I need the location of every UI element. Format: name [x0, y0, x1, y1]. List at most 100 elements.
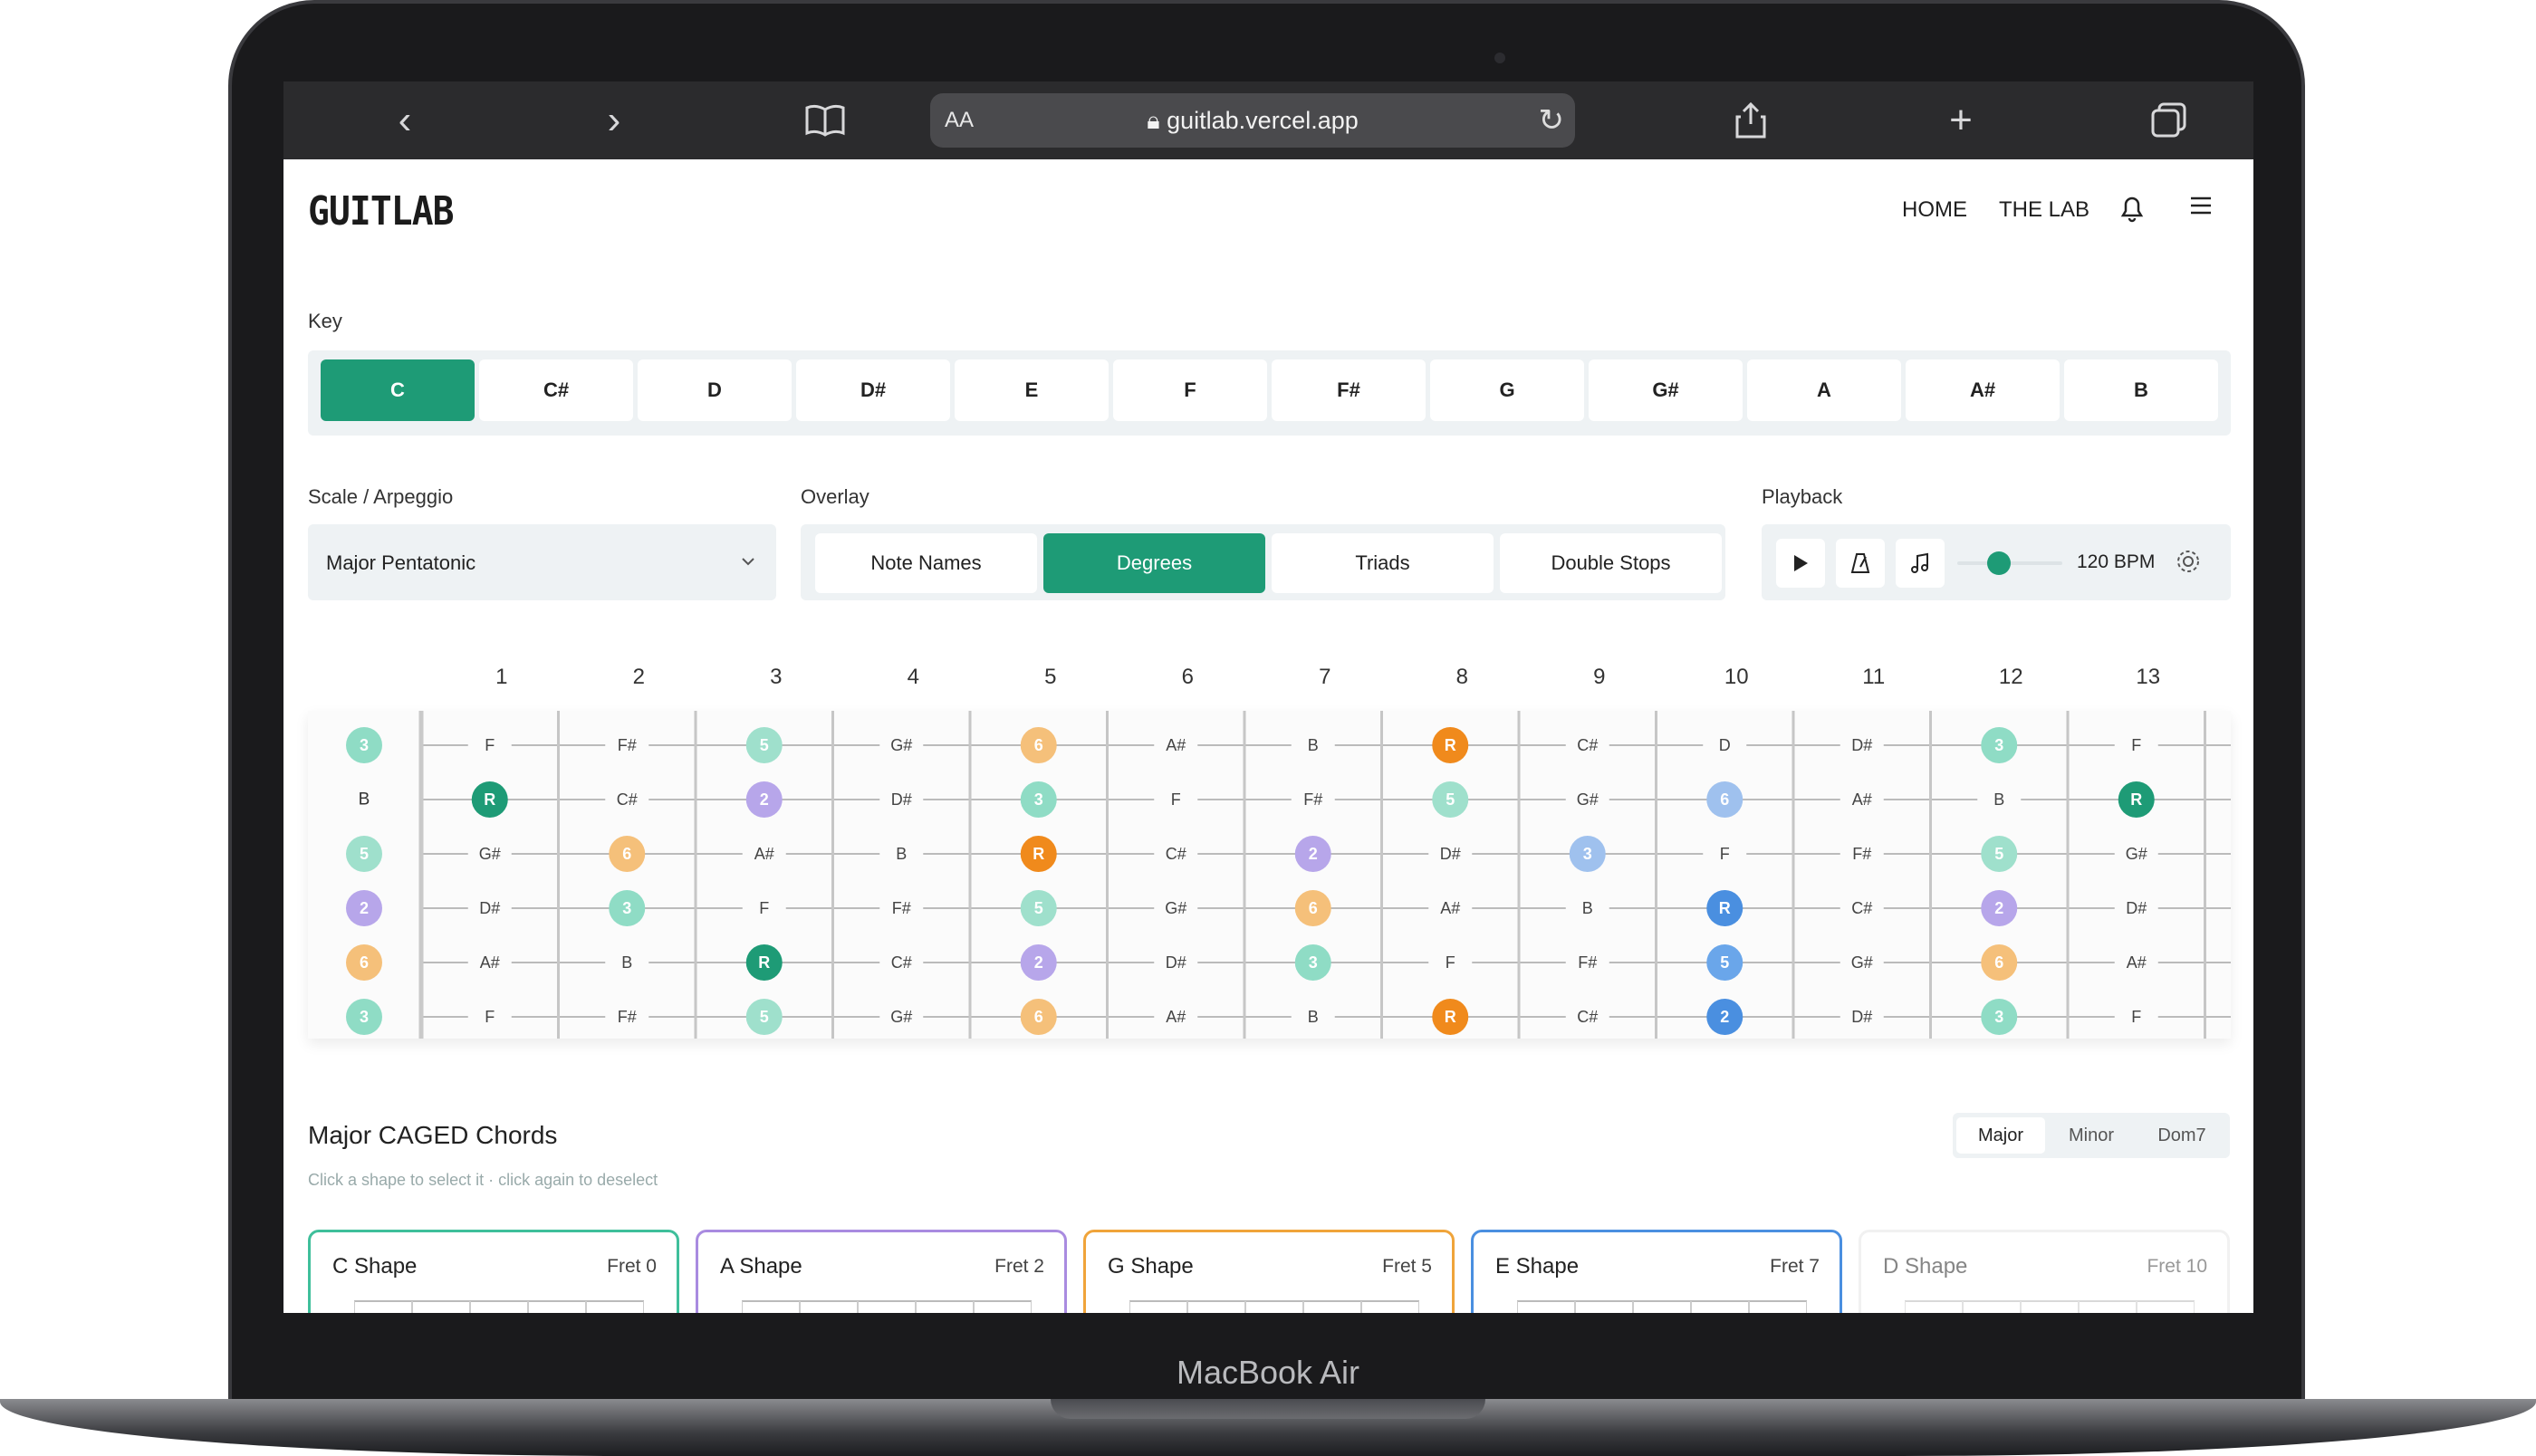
caged-card-d[interactable]: D Shape Fret 10 [1859, 1230, 2230, 1313]
tabs-icon[interactable] [2133, 81, 2205, 159]
overlay-selector: Note Names Degrees Triads Double Stops [801, 524, 1725, 600]
tempo-value: 120 BPM [2077, 551, 2156, 572]
note-name: A# [1166, 1008, 1186, 1026]
fretboard: 3 B 5 2 6 3 F F# 5 G# 6 A# B R C# D D# 3 F R C# 2 D# 3 F F# 5 G# 6 A#… [308, 711, 2231, 1039]
open-degree-label: 3 [360, 1008, 369, 1026]
card-shape-name: E Shape [1495, 1254, 1580, 1279]
menu-icon[interactable] [2189, 194, 2213, 224]
note-name: F# [618, 736, 637, 754]
degree-label: 3 [1309, 953, 1318, 972]
key-option-g-sharp[interactable]: G# [1589, 359, 1743, 421]
note-name: G# [1577, 790, 1599, 809]
new-tab-icon[interactable]: + [1925, 81, 1997, 159]
note-name: A# [1166, 736, 1186, 754]
tempo-slider-handle[interactable] [1987, 551, 2012, 575]
chord-type-minor[interactable]: Minor [2047, 1117, 2136, 1154]
nav-the-lab[interactable]: THE LAB [1999, 197, 2089, 223]
degree-label: R [1033, 845, 1044, 863]
card-shape-name: C Shape [332, 1254, 418, 1279]
degree-label: 2 [760, 790, 769, 809]
note-name: A# [1852, 790, 1872, 809]
forward-icon[interactable]: › [578, 81, 650, 159]
note-name: F [1446, 953, 1455, 972]
chord-diagram [1516, 1296, 1808, 1313]
degree-label: 2 [1720, 1008, 1729, 1026]
caged-card-e[interactable]: E Shape Fret 7 [1471, 1230, 1842, 1313]
card-fret-label: Fret 5 [1382, 1256, 1432, 1277]
key-option-d-sharp[interactable]: D# [796, 359, 950, 421]
note-name: B [896, 845, 907, 863]
nav-home[interactable]: HOME [1902, 197, 1967, 223]
scale-select[interactable]: Major Pentatonic [308, 524, 776, 600]
note-name: G# [890, 1008, 912, 1026]
browser-toolbar: ‹ › AA 🔒︎ guitlab.vercel.app ↻ + [283, 81, 2253, 159]
note-name: D# [479, 899, 500, 917]
fret-number: 12 [1998, 665, 2023, 689]
laptop-notch [1051, 1399, 1485, 1419]
caged-card-g[interactable]: G Shape Fret 5 [1083, 1230, 1455, 1313]
back-icon[interactable]: ‹ [369, 81, 441, 159]
note-name: B [1582, 899, 1593, 917]
fret-number: 8 [1455, 665, 1468, 689]
reload-icon[interactable]: ↻ [1539, 93, 1565, 148]
chevron-down-icon [740, 550, 756, 573]
fret-number: 13 [2136, 665, 2161, 689]
note-name: D# [1851, 736, 1872, 754]
card-fret-label: Fret 7 [1770, 1256, 1820, 1277]
degree-label: 6 [1309, 899, 1318, 917]
degree-label: 3 [1583, 845, 1592, 863]
url-text: 🔒︎ guitlab.vercel.app [930, 93, 1575, 148]
open-note-label: B [359, 790, 370, 809]
caged-card-c[interactable]: C Shape Fret 0 [308, 1230, 679, 1313]
note-name: G# [479, 845, 501, 863]
metronome-button[interactable] [1836, 539, 1885, 588]
key-option-g[interactable]: G [1430, 359, 1584, 421]
degree-label: 3 [1994, 736, 2003, 754]
settings-icon[interactable] [2175, 548, 2202, 580]
overlay-option-note-names[interactable]: Note Names [815, 533, 1037, 593]
note-name: F [759, 899, 769, 917]
address-bar[interactable]: AA 🔒︎ guitlab.vercel.app ↻ [930, 93, 1575, 148]
note-name: D [1719, 736, 1731, 754]
degree-label: 6 [622, 845, 631, 863]
key-option-f-sharp[interactable]: F# [1272, 359, 1426, 421]
key-option-a[interactable]: A [1747, 359, 1901, 421]
key-option-e[interactable]: E [955, 359, 1109, 421]
degree-label: 5 [1720, 953, 1729, 972]
note-name: F [485, 1008, 495, 1026]
bell-icon[interactable] [2118, 194, 2146, 229]
chord-diagram [353, 1296, 645, 1313]
chord-type-major[interactable]: Major [1956, 1117, 2045, 1154]
degree-label: 5 [1446, 790, 1455, 809]
degree-label: R [2130, 790, 2142, 809]
caged-card-a[interactable]: A Shape Fret 2 [696, 1230, 1067, 1313]
overlay-label: Overlay [801, 485, 869, 508]
play-button[interactable] [1776, 539, 1825, 588]
fret-number: 10 [1724, 665, 1749, 689]
note-name: C# [891, 953, 912, 972]
chord-diagram [1904, 1296, 2195, 1313]
note-name: G# [1165, 899, 1186, 917]
degree-label: R [1445, 736, 1456, 754]
key-option-b[interactable]: B [2064, 359, 2218, 421]
degree-label: 5 [1034, 899, 1043, 917]
note-name: G# [1851, 953, 1873, 972]
key-option-c-sharp[interactable]: C# [479, 359, 633, 421]
key-option-c[interactable]: C [321, 359, 475, 421]
overlay-option-double-stops[interactable]: Double Stops [1500, 533, 1722, 593]
note-button[interactable] [1896, 539, 1945, 588]
lock-icon: 🔒︎ [1147, 107, 1167, 134]
note-name: C# [1166, 845, 1186, 863]
site-logo[interactable]: GUITLAB [308, 188, 454, 235]
overlay-option-degrees[interactable]: Degrees [1043, 533, 1265, 593]
key-option-a-sharp[interactable]: A# [1906, 359, 2060, 421]
key-option-f[interactable]: F [1113, 359, 1267, 421]
device-label: MacBook Air [1176, 1354, 1360, 1391]
share-icon[interactable] [1715, 81, 1787, 159]
key-option-d[interactable]: D [638, 359, 792, 421]
note-name: A# [1440, 899, 1460, 917]
chord-type-dom7[interactable]: Dom7 [2137, 1117, 2226, 1154]
note-name: B [621, 953, 632, 972]
bookmarks-icon[interactable] [789, 81, 861, 159]
overlay-option-triads[interactable]: Triads [1272, 533, 1494, 593]
